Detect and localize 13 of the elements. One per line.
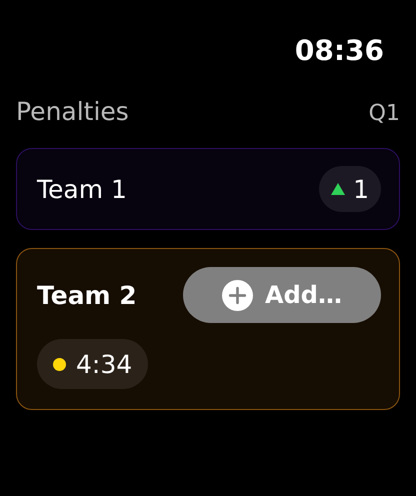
dot-icon [53,358,66,370]
clock-time: 08:36 [294,34,384,67]
screen-title: Penalties [16,97,129,126]
period-label: Q1 [368,101,400,126]
penalty-pill: 4:34 [37,339,148,389]
team-card[interactable]: Team 2 Add… 4:34 [16,248,400,410]
team-name: Team 2 [37,280,137,310]
penalty-pill: 1 [319,166,381,212]
plus-icon [222,280,254,310]
team-name: Team 1 [37,174,127,204]
add-button[interactable]: Add… [183,267,381,323]
team-card[interactable]: Team 1 1 [16,148,400,230]
triangle-icon [331,183,346,195]
